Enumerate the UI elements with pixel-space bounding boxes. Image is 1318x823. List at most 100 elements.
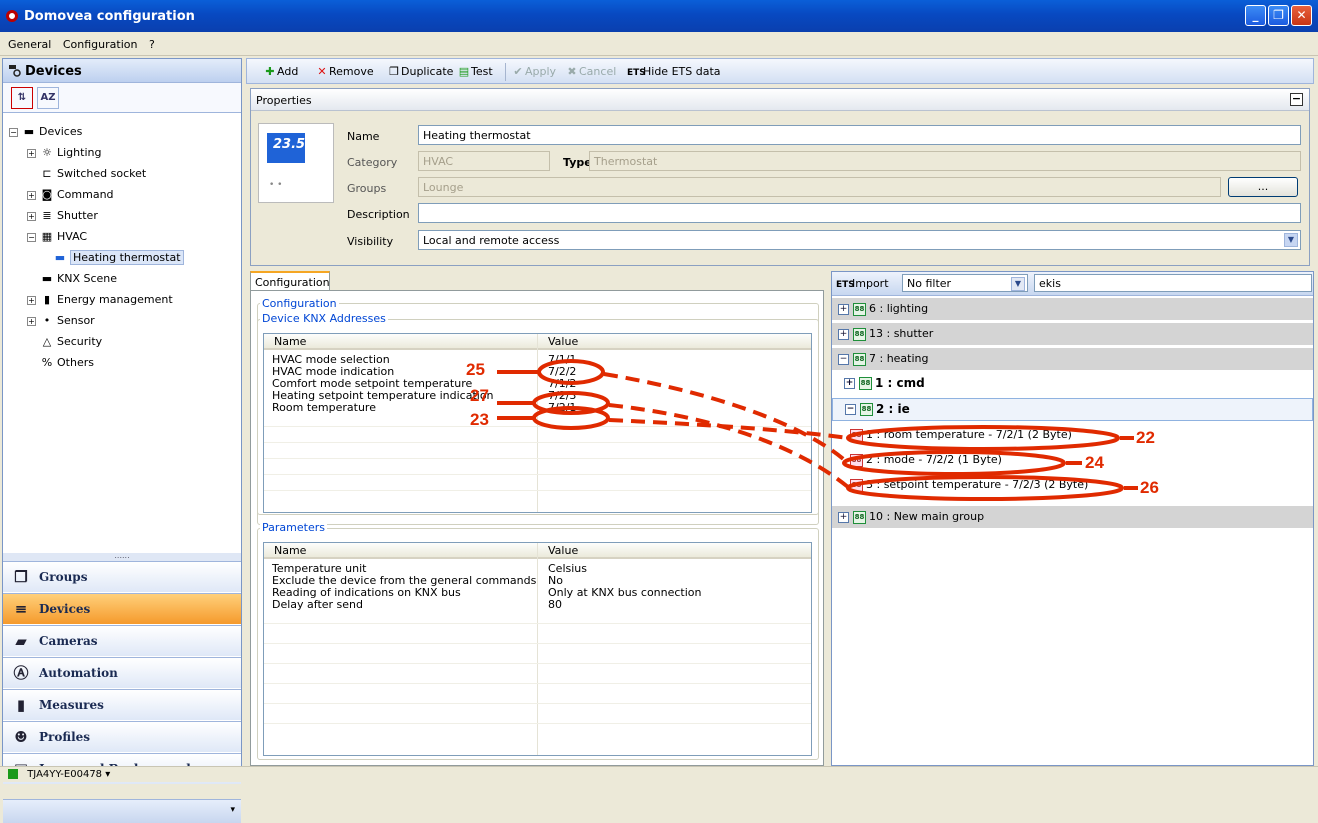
tree-item-energy[interactable]: + ▮ Energy management	[27, 291, 173, 309]
tree-item-security[interactable]: △ Security	[40, 333, 102, 351]
remove-button[interactable]: ✕ Remove	[315, 65, 373, 78]
devices-header-label: Devices	[25, 64, 82, 79]
expand-icon[interactable]: +	[27, 211, 36, 221]
annotation-label-24: 24	[1085, 453, 1104, 472]
maximize-button[interactable]: ❐	[1268, 5, 1289, 26]
expand-icon[interactable]: +	[27, 190, 36, 200]
devices-header: Devices	[3, 59, 241, 83]
nav-measures[interactable]: ▮ Measures	[3, 689, 241, 720]
cancel-button[interactable]: ✖ Cancel	[565, 65, 616, 78]
column-divider	[537, 334, 538, 512]
tree-item-heating-thermostat[interactable]: ▬ Heating thermostat	[53, 249, 184, 267]
tree-root[interactable]: − ▬ Devices	[9, 123, 82, 141]
menu-help[interactable]: ?	[149, 38, 155, 51]
expand-icon[interactable]: +	[27, 148, 36, 158]
nav-groups[interactable]: ❐ Groups	[3, 561, 241, 592]
measures-icon: ▮	[16, 696, 26, 714]
collapse-icon[interactable]: −	[27, 232, 36, 242]
nav-devices[interactable]: ≡ Devices	[3, 593, 241, 624]
test-icon: ▤	[458, 65, 470, 78]
knx-addresses-title: Device KNX Addresses	[260, 312, 388, 325]
annotation-label-23: 23	[470, 410, 489, 429]
collapse-icon[interactable]: −	[838, 353, 849, 365]
sort-by-type-icon[interactable]: ⇅	[11, 87, 33, 109]
devices-icon: ▬	[23, 125, 35, 138]
import-label: Import	[852, 277, 889, 290]
tree-item-shutter[interactable]: + ≣ Shutter	[27, 207, 98, 225]
nav-label: Devices	[39, 602, 91, 616]
duplicate-button[interactable]: ❐ Duplicate	[387, 65, 453, 78]
hide-ets-label: Hide ETS data	[643, 65, 721, 78]
nav-footer: ▾	[3, 799, 241, 823]
ets-group-13[interactable]: +88 13 : shutter	[832, 323, 1313, 346]
menu-configuration[interactable]: Configuration	[63, 38, 138, 51]
description-field[interactable]	[418, 203, 1301, 223]
ets-group-7[interactable]: −88 7 : heating	[832, 348, 1313, 371]
tree-item-others[interactable]: % Others	[40, 354, 94, 372]
ets-subgroup-cmd[interactable]: +88 1 : cmd	[832, 373, 1313, 396]
expand-icon[interactable]: +	[838, 303, 849, 315]
tree-item-switched-socket[interactable]: ⊏ Switched socket	[40, 165, 146, 183]
expand-icon[interactable]: +	[844, 378, 855, 389]
minimize-button[interactable]: _	[1245, 5, 1266, 26]
groups-label: Groups	[347, 182, 387, 195]
category-field: HVAC	[418, 151, 550, 171]
test-button[interactable]: ▤ Test	[457, 65, 493, 78]
filter-value: No filter	[907, 277, 952, 290]
status-text[interactable]: TJA4YY-E00478 ▾	[27, 769, 110, 780]
ets-group-10[interactable]: +88 10 : New main group	[832, 506, 1313, 529]
menu-general[interactable]: General	[8, 38, 51, 51]
expand-icon[interactable]: +	[838, 328, 849, 340]
nav-cameras[interactable]: ▰ Cameras	[3, 625, 241, 656]
row-divider	[264, 723, 811, 724]
ets-object-mode[interactable]: 88 2 : mode - 7/2/2 (1 Byte)	[832, 449, 1313, 472]
tab-configuration[interactable]: Configuration	[250, 271, 330, 291]
thermostat-display: 23.5	[267, 133, 305, 163]
collapse-icon[interactable]: −	[9, 127, 18, 137]
nav-automation[interactable]: Ⓐ Automation	[3, 657, 241, 688]
ets-object-room-temperature[interactable]: 88 1 : room temperature - 7/2/1 (2 Byte)	[832, 424, 1313, 447]
nav-splitter[interactable]: ......	[3, 552, 241, 561]
ets-subgroup-ie[interactable]: −88 2 : ie	[832, 398, 1313, 421]
collapse-icon[interactable]: −	[845, 404, 856, 415]
chevron-down-icon[interactable]: ▼	[1011, 277, 1025, 291]
add-button[interactable]: ✚ Add	[263, 65, 298, 78]
group-icon: 88	[860, 403, 873, 416]
annotation-label-26: 26	[1140, 478, 1159, 497]
ets-panel: ETSImport No filter ▼ ekis +88 6 : lighti…	[831, 271, 1314, 766]
tree-item-command[interactable]: + ◙ Command	[27, 186, 114, 204]
name-field[interactable]: Heating thermostat	[418, 125, 1301, 145]
expand-icon[interactable]: +	[27, 316, 36, 326]
ets-group-tree: +88 6 : lighting +88 13 : shutter −88 7 : h…	[832, 298, 1313, 758]
tree-item-hvac[interactable]: − ▦ HVAC	[27, 228, 87, 246]
expand-icon[interactable]: +	[838, 511, 849, 523]
sort-alpha-icon[interactable]: AZ	[37, 87, 59, 109]
apply-button[interactable]: ✔ Apply	[511, 65, 556, 78]
ets-filter-select[interactable]: No filter ▼	[902, 274, 1028, 292]
groups-browse-button[interactable]: ...	[1228, 177, 1298, 197]
object-icon: 88	[850, 453, 863, 467]
knx-address-grid: Name Value HVAC mode selection 7/1/1 HVAC…	[263, 333, 812, 513]
visibility-select[interactable]: Local and remote access ▼	[418, 230, 1301, 250]
close-button[interactable]: ✕	[1291, 5, 1312, 26]
tree-item-knx-scene[interactable]: ▬ KNX Scene	[40, 270, 117, 288]
chevron-down-icon[interactable]: ▼	[1284, 233, 1298, 247]
collapse-icon[interactable]: −	[1290, 93, 1303, 106]
expand-icon[interactable]: +	[27, 295, 36, 305]
ets-object-setpoint-temperature[interactable]: 88 3 : setpoint temperature - 7/2/3 (2 By…	[832, 474, 1313, 497]
tree-label: Command	[57, 188, 114, 201]
nav-profiles[interactable]: ☻ Profiles	[3, 721, 241, 752]
ets-import-button[interactable]: ETSImport	[836, 277, 889, 290]
command-icon: ◙	[41, 188, 53, 201]
ets-search-field[interactable]: ekis	[1034, 274, 1312, 292]
group-icon: 88	[853, 302, 866, 316]
ets-group-6[interactable]: +88 6 : lighting	[832, 298, 1313, 321]
tree-item-sensor[interactable]: + • Sensor	[27, 312, 95, 330]
type-label: Type	[563, 156, 592, 169]
nav-overflow-icon[interactable]: ▾	[230, 805, 235, 815]
tree-item-lighting[interactable]: + ☼ Lighting	[27, 144, 101, 162]
hide-ets-button[interactable]: ETSHide ETS data	[627, 65, 721, 78]
ets-icon: ETS	[627, 68, 646, 78]
group-label: 2 : ie	[876, 402, 910, 416]
ets-toolbar: ETSImport No filter ▼ ekis	[832, 272, 1313, 296]
